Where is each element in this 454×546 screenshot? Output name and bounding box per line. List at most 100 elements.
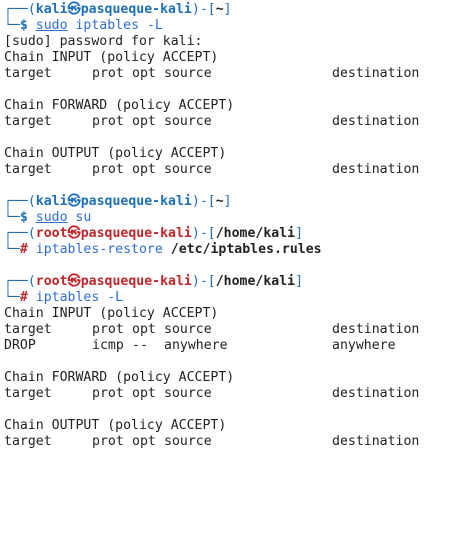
prompt-path: /home/kali (215, 226, 296, 241)
prompt-frame: ] (223, 2, 232, 17)
col-prot: prot (92, 114, 124, 129)
prompt-frame: ┌──( (4, 2, 36, 17)
col-prot: prot (92, 386, 124, 401)
prompt-user: kali (35, 194, 68, 209)
col-destination: destination (332, 322, 420, 337)
rule-prot: icmp (92, 338, 124, 353)
col-destination: destination (332, 386, 420, 401)
prompt-header: ┌──(root㉿pasqueque-kali)-[/home/kali] (4, 226, 454, 242)
table-header: target prot opt source destination (4, 434, 454, 450)
col-destination: destination (332, 66, 420, 81)
prompt-frame: └─ (4, 210, 20, 225)
rule-source: anywhere (164, 338, 228, 353)
col-target: target (4, 322, 52, 337)
rule-target: DROP (4, 338, 36, 353)
col-target: target (4, 434, 52, 449)
prompt-frame: └─ (4, 242, 20, 257)
chain-heading: Chain FORWARD (policy ACCEPT) (4, 370, 235, 385)
command-text: iptables -L (35, 290, 124, 305)
prompt-host: pasqueque-kali (80, 2, 192, 17)
col-source: source (164, 114, 212, 129)
col-opt: opt (132, 66, 156, 81)
col-target: target (4, 66, 52, 81)
col-target: target (4, 114, 52, 129)
chain-heading: Chain OUTPUT (policy ACCEPT) (4, 418, 227, 433)
col-source: source (164, 386, 212, 401)
col-prot: prot (92, 322, 124, 337)
chain-heading: Chain INPUT (policy ACCEPT) (4, 306, 219, 321)
prompt-frame: ] (223, 194, 232, 209)
prompt-frame: ┌──( (4, 226, 36, 241)
kali-logo-icon: ㉿ (67, 226, 81, 241)
prompt-frame: ] (295, 274, 304, 289)
prompt-command-line: └─$ sudo su (4, 210, 454, 226)
col-source: source (164, 322, 212, 337)
col-source: source (164, 162, 212, 177)
prompt-command-line: └─$ sudo iptables -L (4, 18, 454, 34)
chain-heading: Chain OUTPUT (policy ACCEPT) (4, 146, 227, 161)
output-line: [sudo] password for kali: (4, 34, 203, 49)
prompt-frame: ┌──( (4, 274, 36, 289)
col-opt: opt (132, 114, 156, 129)
table-header: target prot opt source destination (4, 114, 454, 130)
prompt-symbol: # (19, 242, 36, 257)
prompt-header: ┌──(root㉿pasqueque-kali)-[/home/kali] (4, 274, 454, 290)
prompt-frame: )-[ (191, 274, 216, 289)
prompt-symbol: $ (19, 18, 36, 33)
rule-opt: -- (132, 338, 148, 353)
prompt-symbol: # (19, 290, 36, 305)
col-target: target (4, 162, 52, 177)
prompt-frame: ] (295, 226, 304, 241)
prompt-frame: └─ (4, 18, 20, 33)
prompt-path: ~ (215, 2, 224, 17)
prompt-header: ┌──(kali㉿pasqueque-kali)-[~] (4, 2, 454, 18)
kali-logo-icon: ㉿ (67, 194, 81, 209)
prompt-path: /home/kali (215, 274, 296, 289)
col-prot: prot (92, 434, 124, 449)
prompt-frame: )-[ (191, 2, 216, 17)
col-opt: opt (132, 434, 156, 449)
prompt-frame: )-[ (191, 194, 216, 209)
prompt-user: kali (35, 2, 68, 17)
command-text: iptables-restore (35, 242, 163, 257)
prompt-user: root (35, 274, 68, 289)
prompt-host: pasqueque-kali (80, 274, 192, 289)
command-text: su (67, 210, 92, 225)
prompt-host: pasqueque-kali (80, 194, 192, 209)
prompt-symbol: $ (19, 210, 36, 225)
prompt-path: ~ (215, 194, 224, 209)
command-text: iptables -L (67, 18, 163, 33)
table-header: target prot opt source destination (4, 322, 454, 338)
col-opt: opt (132, 386, 156, 401)
prompt-user: root (35, 226, 68, 241)
prompt-frame: )-[ (191, 226, 216, 241)
col-prot: prot (92, 162, 124, 177)
prompt-command-line: └─# iptables-restore /etc/iptables.rules (4, 242, 454, 258)
kali-logo-icon: ㉿ (67, 274, 81, 289)
col-source: source (164, 434, 212, 449)
table-header: target prot opt source destination (4, 66, 454, 82)
terminal-output[interactable]: ┌──(kali㉿pasqueque-kali)-[~] └─$ sudo ip… (4, 2, 454, 450)
col-destination: destination (332, 434, 420, 449)
prompt-frame: └─ (4, 290, 20, 305)
col-opt: opt (132, 162, 156, 177)
prompt-command-line: └─# iptables -L (4, 290, 454, 306)
table-header: target prot opt source destination (4, 386, 454, 402)
kali-logo-icon: ㉿ (67, 2, 81, 17)
command-text: sudo (35, 18, 68, 33)
table-row: DROP icmp -- anywhere anywhere (4, 338, 454, 354)
chain-heading: Chain FORWARD (policy ACCEPT) (4, 98, 235, 113)
prompt-frame: ┌──( (4, 194, 36, 209)
prompt-host: pasqueque-kali (80, 226, 192, 241)
col-destination: destination (332, 114, 420, 129)
col-opt: opt (132, 322, 156, 337)
command-text: sudo (35, 210, 68, 225)
table-header: target prot opt source destination (4, 162, 454, 178)
rule-destination: anywhere (332, 338, 396, 353)
